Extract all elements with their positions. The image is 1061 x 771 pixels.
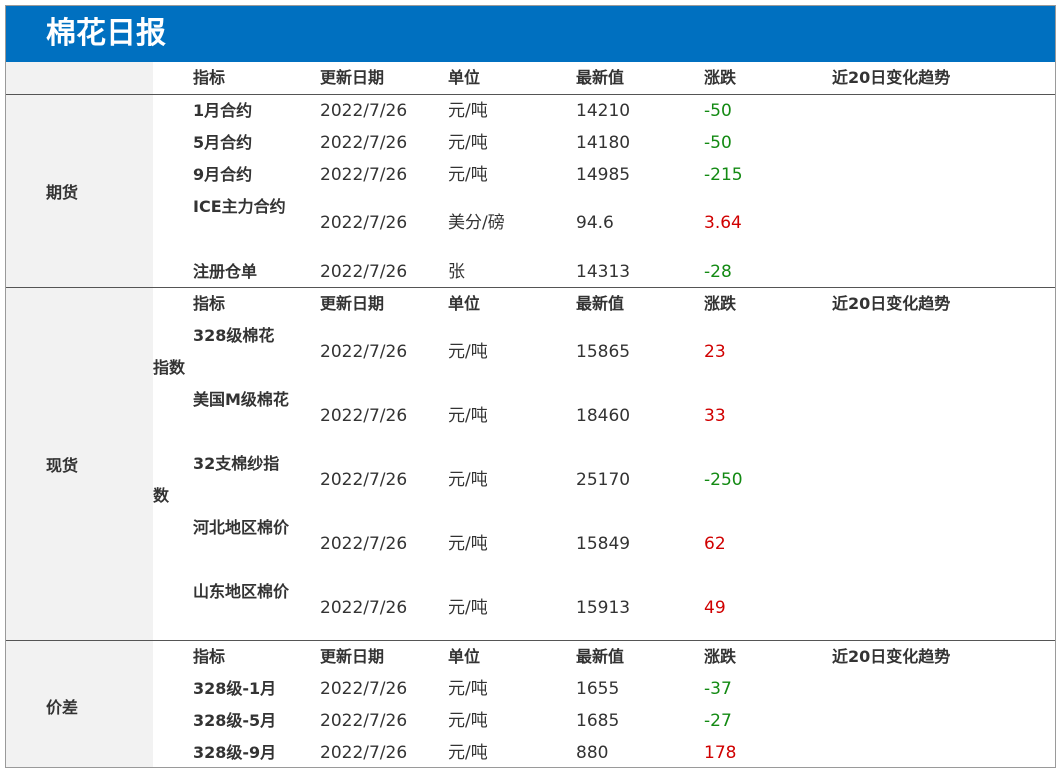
section-spot: 现货 指标 更新日期 单位 最新值 涨跌 近20日变化趋势 328级棉花指数 2… (6, 287, 1055, 640)
report-frame: 棉花日报 指标 更新日期 单位 最新值 涨跌 近20日变化趋势 期货 1月合约 … (5, 5, 1056, 768)
row-unit: 元/吨 (448, 679, 488, 699)
row-date: 2022/7/26 (320, 165, 408, 185)
row-date: 2022/7/26 (320, 342, 408, 362)
header-indicator: 指标 (193, 294, 226, 313)
row-change: -50 (704, 101, 732, 121)
header-indicator: 指标 (193, 68, 226, 87)
row-change: -37 (704, 679, 732, 699)
header-trend: 近20日变化趋势 (832, 68, 951, 87)
row-value: 14180 (576, 133, 631, 153)
row-name: 山东地区棉价 (193, 582, 290, 601)
row-date: 2022/7/26 (320, 101, 408, 121)
row-change: 62 (704, 534, 726, 554)
table-row: 山东地区棉价 2022/7/26 元/吨 15913 49 (153, 576, 1055, 640)
row-unit: 元/吨 (448, 743, 488, 763)
section-futures: 期货 1月合约 2022/7/26 元/吨 14210 -50 5月合约 202… (6, 94, 1055, 287)
header-date: 更新日期 (320, 294, 385, 313)
row-name: 美国M级棉花 (193, 390, 289, 409)
row-date: 2022/7/26 (320, 743, 408, 763)
row-change: -27 (704, 711, 732, 731)
row-name: 32支棉纱指数 (153, 454, 280, 505)
row-unit: 元/吨 (448, 711, 488, 731)
row-name: 328级-9月 (193, 743, 277, 762)
section-spread: 价差 指标 更新日期 单位 最新值 涨跌 近20日变化趋势 328级-1月 20… (6, 640, 1055, 767)
header-change: 涨跌 (704, 294, 737, 313)
row-date: 2022/7/26 (320, 262, 408, 282)
top-header-band: 指标 更新日期 单位 最新值 涨跌 近20日变化趋势 (6, 62, 1055, 94)
top-header-category-blank (6, 62, 153, 94)
category-spread: 价差 (6, 641, 153, 767)
header-date: 更新日期 (320, 68, 385, 87)
row-date: 2022/7/26 (320, 406, 408, 426)
row-value: 880 (576, 743, 609, 763)
row-unit: 张 (448, 262, 465, 282)
row-name: 328级-1月 (193, 679, 277, 698)
row-value: 15913 (576, 598, 631, 618)
row-change: 178 (704, 743, 737, 763)
row-name: 1月合约 (193, 101, 253, 120)
header-latest: 最新值 (576, 647, 625, 666)
table-row: ICE主力合约 2022/7/26 美分/磅 94.6 3.64 (153, 191, 1055, 255)
row-value: 1655 (576, 679, 620, 699)
row-value: 18460 (576, 406, 631, 426)
row-unit: 元/吨 (448, 165, 488, 185)
row-value: 1685 (576, 711, 620, 731)
header-latest: 最新值 (576, 68, 625, 87)
header-trend: 近20日变化趋势 (832, 294, 951, 313)
header-unit: 单位 (448, 647, 481, 666)
header-indicator: 指标 (193, 647, 226, 666)
row-name: 注册仓单 (193, 262, 258, 281)
category-futures: 期货 (6, 95, 153, 287)
row-change: -215 (704, 165, 743, 185)
row-change: -50 (704, 133, 732, 153)
row-date: 2022/7/26 (320, 711, 408, 731)
row-name: 9月合约 (193, 165, 253, 184)
row-value: 14210 (576, 101, 631, 121)
header-unit: 单位 (448, 294, 481, 313)
row-change: 3.64 (704, 213, 742, 233)
header-trend: 近20日变化趋势 (832, 647, 951, 666)
row-value: 14985 (576, 165, 631, 185)
header-date: 更新日期 (320, 647, 385, 666)
table-row: 河北地区棉价 2022/7/26 元/吨 15849 62 (153, 512, 1055, 576)
row-value: 15865 (576, 342, 631, 362)
row-unit: 元/吨 (448, 598, 488, 618)
row-value: 15849 (576, 534, 631, 554)
row-date: 2022/7/26 (320, 133, 408, 153)
row-name: 328级-5月 (193, 711, 277, 730)
row-unit: 元/吨 (448, 534, 488, 554)
row-change: -250 (704, 470, 743, 490)
row-name: 328级棉花指数 (153, 326, 275, 377)
row-name: ICE主力合约 (193, 197, 286, 216)
row-date: 2022/7/26 (320, 598, 408, 618)
row-value: 14313 (576, 262, 631, 282)
row-date: 2022/7/26 (320, 213, 408, 233)
table-row: 328级棉花指数 2022/7/26 元/吨 15865 23 (153, 320, 1055, 384)
row-change: 23 (704, 342, 726, 362)
table-row: 美国M级棉花 2022/7/26 元/吨 18460 33 (153, 384, 1055, 448)
report-title: 棉花日报 (6, 6, 1055, 62)
row-unit: 美分/磅 (448, 213, 505, 233)
header-latest: 最新值 (576, 294, 625, 313)
category-spot: 现货 (6, 288, 153, 640)
header-change: 涨跌 (704, 647, 737, 666)
row-unit: 元/吨 (448, 470, 488, 490)
row-unit: 元/吨 (448, 133, 488, 153)
row-unit: 元/吨 (448, 406, 488, 426)
row-change: 49 (704, 598, 726, 618)
row-change: 33 (704, 406, 726, 426)
row-date: 2022/7/26 (320, 470, 408, 490)
header-unit: 单位 (448, 68, 481, 87)
row-date: 2022/7/26 (320, 534, 408, 554)
row-value: 25170 (576, 470, 631, 490)
row-unit: 元/吨 (448, 101, 488, 121)
row-value: 94.6 (576, 213, 614, 233)
row-name: 5月合约 (193, 133, 253, 152)
table-row: 32支棉纱指数 2022/7/26 元/吨 25170 -250 (153, 448, 1055, 512)
row-unit: 元/吨 (448, 342, 488, 362)
row-name: 河北地区棉价 (193, 518, 290, 537)
header-change: 涨跌 (704, 68, 737, 87)
row-date: 2022/7/26 (320, 679, 408, 699)
row-change: -28 (704, 262, 732, 282)
